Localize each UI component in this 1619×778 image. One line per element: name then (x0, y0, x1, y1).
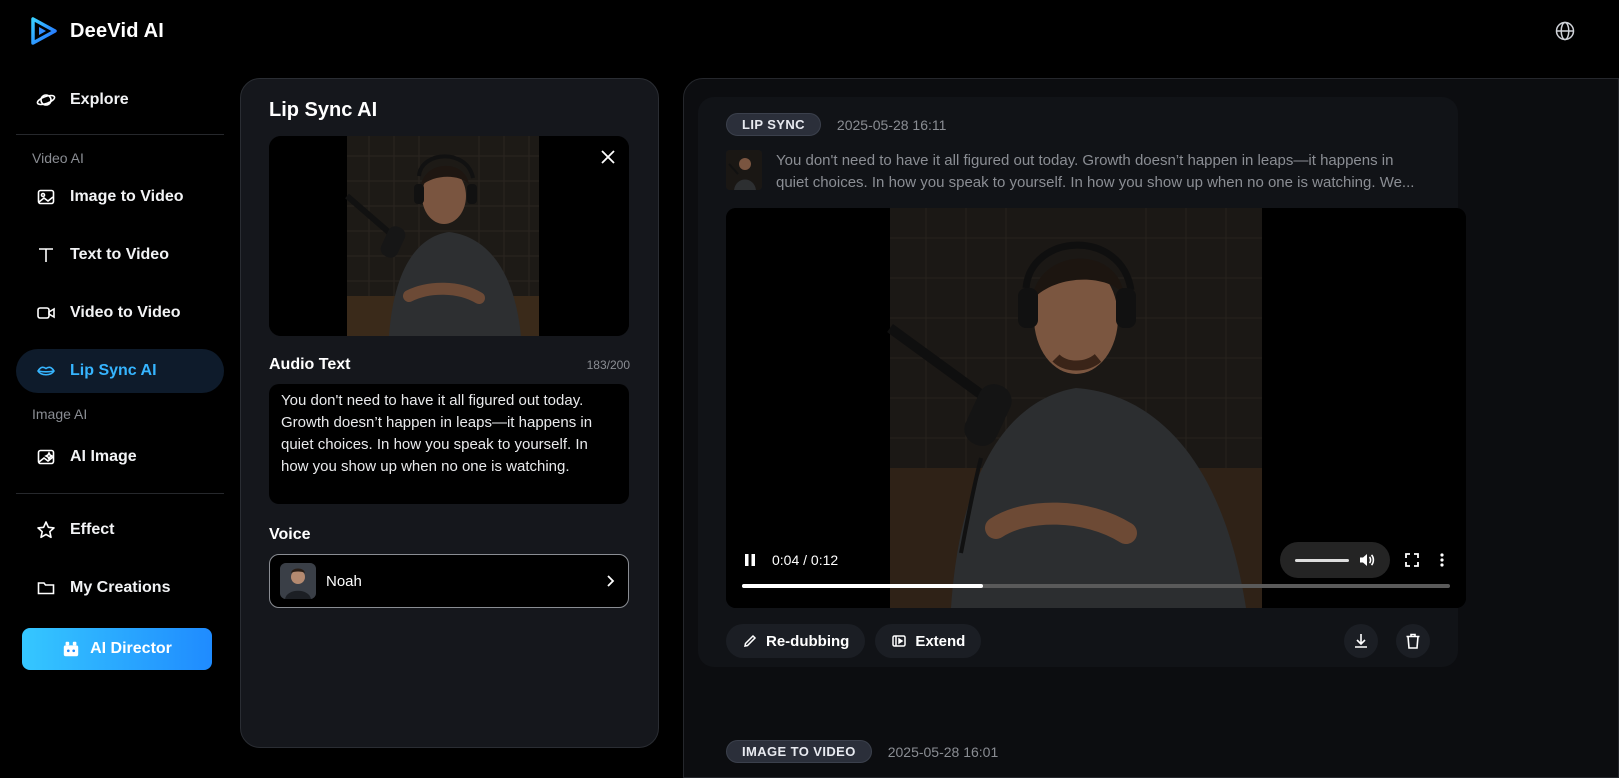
chevron-right-icon (607, 575, 615, 587)
sidebar: Explore Video AI Image to Video Text to … (16, 78, 224, 670)
sidebar-item-my-creations[interactable]: My Creations (16, 566, 224, 610)
sidebar-item-video-to-video[interactable]: Video to Video (16, 291, 224, 335)
prompt-text-line: quiet choices. In how you speak to yours… (776, 174, 1415, 191)
sidebar-item-effect[interactable]: Effect (16, 508, 224, 552)
video-camera-icon (37, 307, 55, 319)
re-dubbing-label: Re-dubbing (766, 632, 850, 650)
playback-time: 0:04 / 0:12 (772, 552, 839, 568)
more-options-icon[interactable] (1434, 552, 1450, 568)
result-card: LIP SYNC 2025-05-28 16:11 You don't need… (698, 97, 1466, 667)
director-icon (63, 641, 79, 657)
result-timestamp: 2025-05-28 16:11 (836, 116, 947, 133)
video-player[interactable]: 0:04 / 0:12 (726, 208, 1466, 608)
folder-icon (37, 582, 55, 595)
prompt-thumbnail (726, 150, 762, 190)
extend-button[interactable]: Extend (875, 624, 982, 658)
sidebar-item-text-to-video[interactable]: Text to Video (16, 233, 224, 277)
lip-sync-panel: Lip Sync AI Audio Text 183/200 You don't… (240, 78, 659, 748)
image-icon (37, 189, 55, 205)
trash-icon (1406, 633, 1420, 649)
sidebar-item-label: Video to Video (70, 304, 181, 321)
audio-text-label: Audio Text (269, 356, 351, 373)
prompt-text-line: You don't need to have it all figured ou… (776, 152, 1394, 169)
sidebar-item-explore[interactable]: Explore (16, 78, 224, 122)
text-icon (39, 248, 53, 262)
playback-progress-bar[interactable] (742, 584, 1450, 588)
globe-icon[interactable] (1555, 21, 1575, 41)
voice-selector[interactable]: Noah (269, 554, 629, 608)
app-name: DeeVid AI (70, 19, 165, 42)
result-timestamp: 2025-05-28 16:01 (887, 743, 999, 760)
sidebar-item-label: AI Image (70, 448, 137, 465)
sidebar-item-label: My Creations (70, 579, 171, 596)
ai-director-button[interactable]: AI Director (22, 628, 212, 670)
result-type-badge: IMAGE TO VIDEO (726, 740, 872, 763)
sidebar-item-ai-image[interactable]: AI Image (16, 435, 224, 479)
section-label-video-ai: Video AI (32, 150, 84, 166)
voice-avatar (280, 563, 316, 599)
reference-image[interactable] (269, 136, 629, 336)
delete-button[interactable] (1396, 624, 1430, 658)
fullscreen-icon[interactable] (1404, 552, 1420, 568)
results-area: LIP SYNC 2025-05-28 16:11 You don't need… (683, 78, 1619, 778)
divider (16, 134, 224, 135)
ai-director-label: AI Director (90, 640, 172, 657)
sidebar-item-image-to-video[interactable]: Image to Video (16, 175, 224, 219)
sidebar-item-label: Effect (70, 521, 115, 538)
download-button[interactable] (1344, 624, 1378, 658)
volume-slider[interactable] (1294, 558, 1349, 562)
voice-label: Voice (269, 526, 311, 543)
sidebar-item-lip-sync-ai[interactable]: Lip Sync AI (16, 349, 224, 393)
top-bar: DeeVid AI (0, 0, 1619, 64)
volume-icon[interactable] (1358, 551, 1376, 569)
result-type-badge: LIP SYNC (726, 113, 821, 136)
sidebar-item-label: Text to Video (70, 246, 169, 263)
sidebar-item-label: Explore (70, 91, 129, 108)
planet-icon (36, 94, 56, 106)
volume-control[interactable] (1280, 542, 1390, 578)
logo-icon (31, 17, 57, 45)
sidebar-item-label: Lip Sync AI (70, 362, 157, 379)
panel-title: Lip Sync AI (269, 99, 378, 121)
pencil-icon (744, 634, 757, 647)
sidebar-item-label: Image to Video (70, 188, 184, 205)
logo[interactable]: DeeVid AI (30, 17, 164, 45)
divider (16, 493, 224, 494)
video-controls: 0:04 / 0:12 (742, 542, 1450, 578)
character-counter: 183/200 (586, 358, 630, 372)
re-dubbing-button[interactable]: Re-dubbing (726, 624, 866, 658)
section-label-image-ai: Image AI (32, 406, 88, 422)
extend-video-icon (892, 635, 907, 647)
podcast-man-image (269, 136, 629, 336)
star-icon (37, 521, 55, 539)
extend-label: Extend (915, 632, 966, 650)
voice-name: Noah (326, 572, 362, 590)
audio-text-input[interactable]: You don't need to have it all figured ou… (269, 384, 629, 504)
download-icon (1355, 634, 1367, 648)
ai-image-icon (37, 449, 55, 465)
playback-progress-fill (742, 584, 983, 588)
lips-icon (37, 366, 55, 376)
close-icon[interactable] (599, 148, 617, 166)
next-result-header: IMAGE TO VIDEO 2025-05-28 16:01 (726, 740, 998, 763)
pause-icon[interactable] (742, 552, 758, 568)
